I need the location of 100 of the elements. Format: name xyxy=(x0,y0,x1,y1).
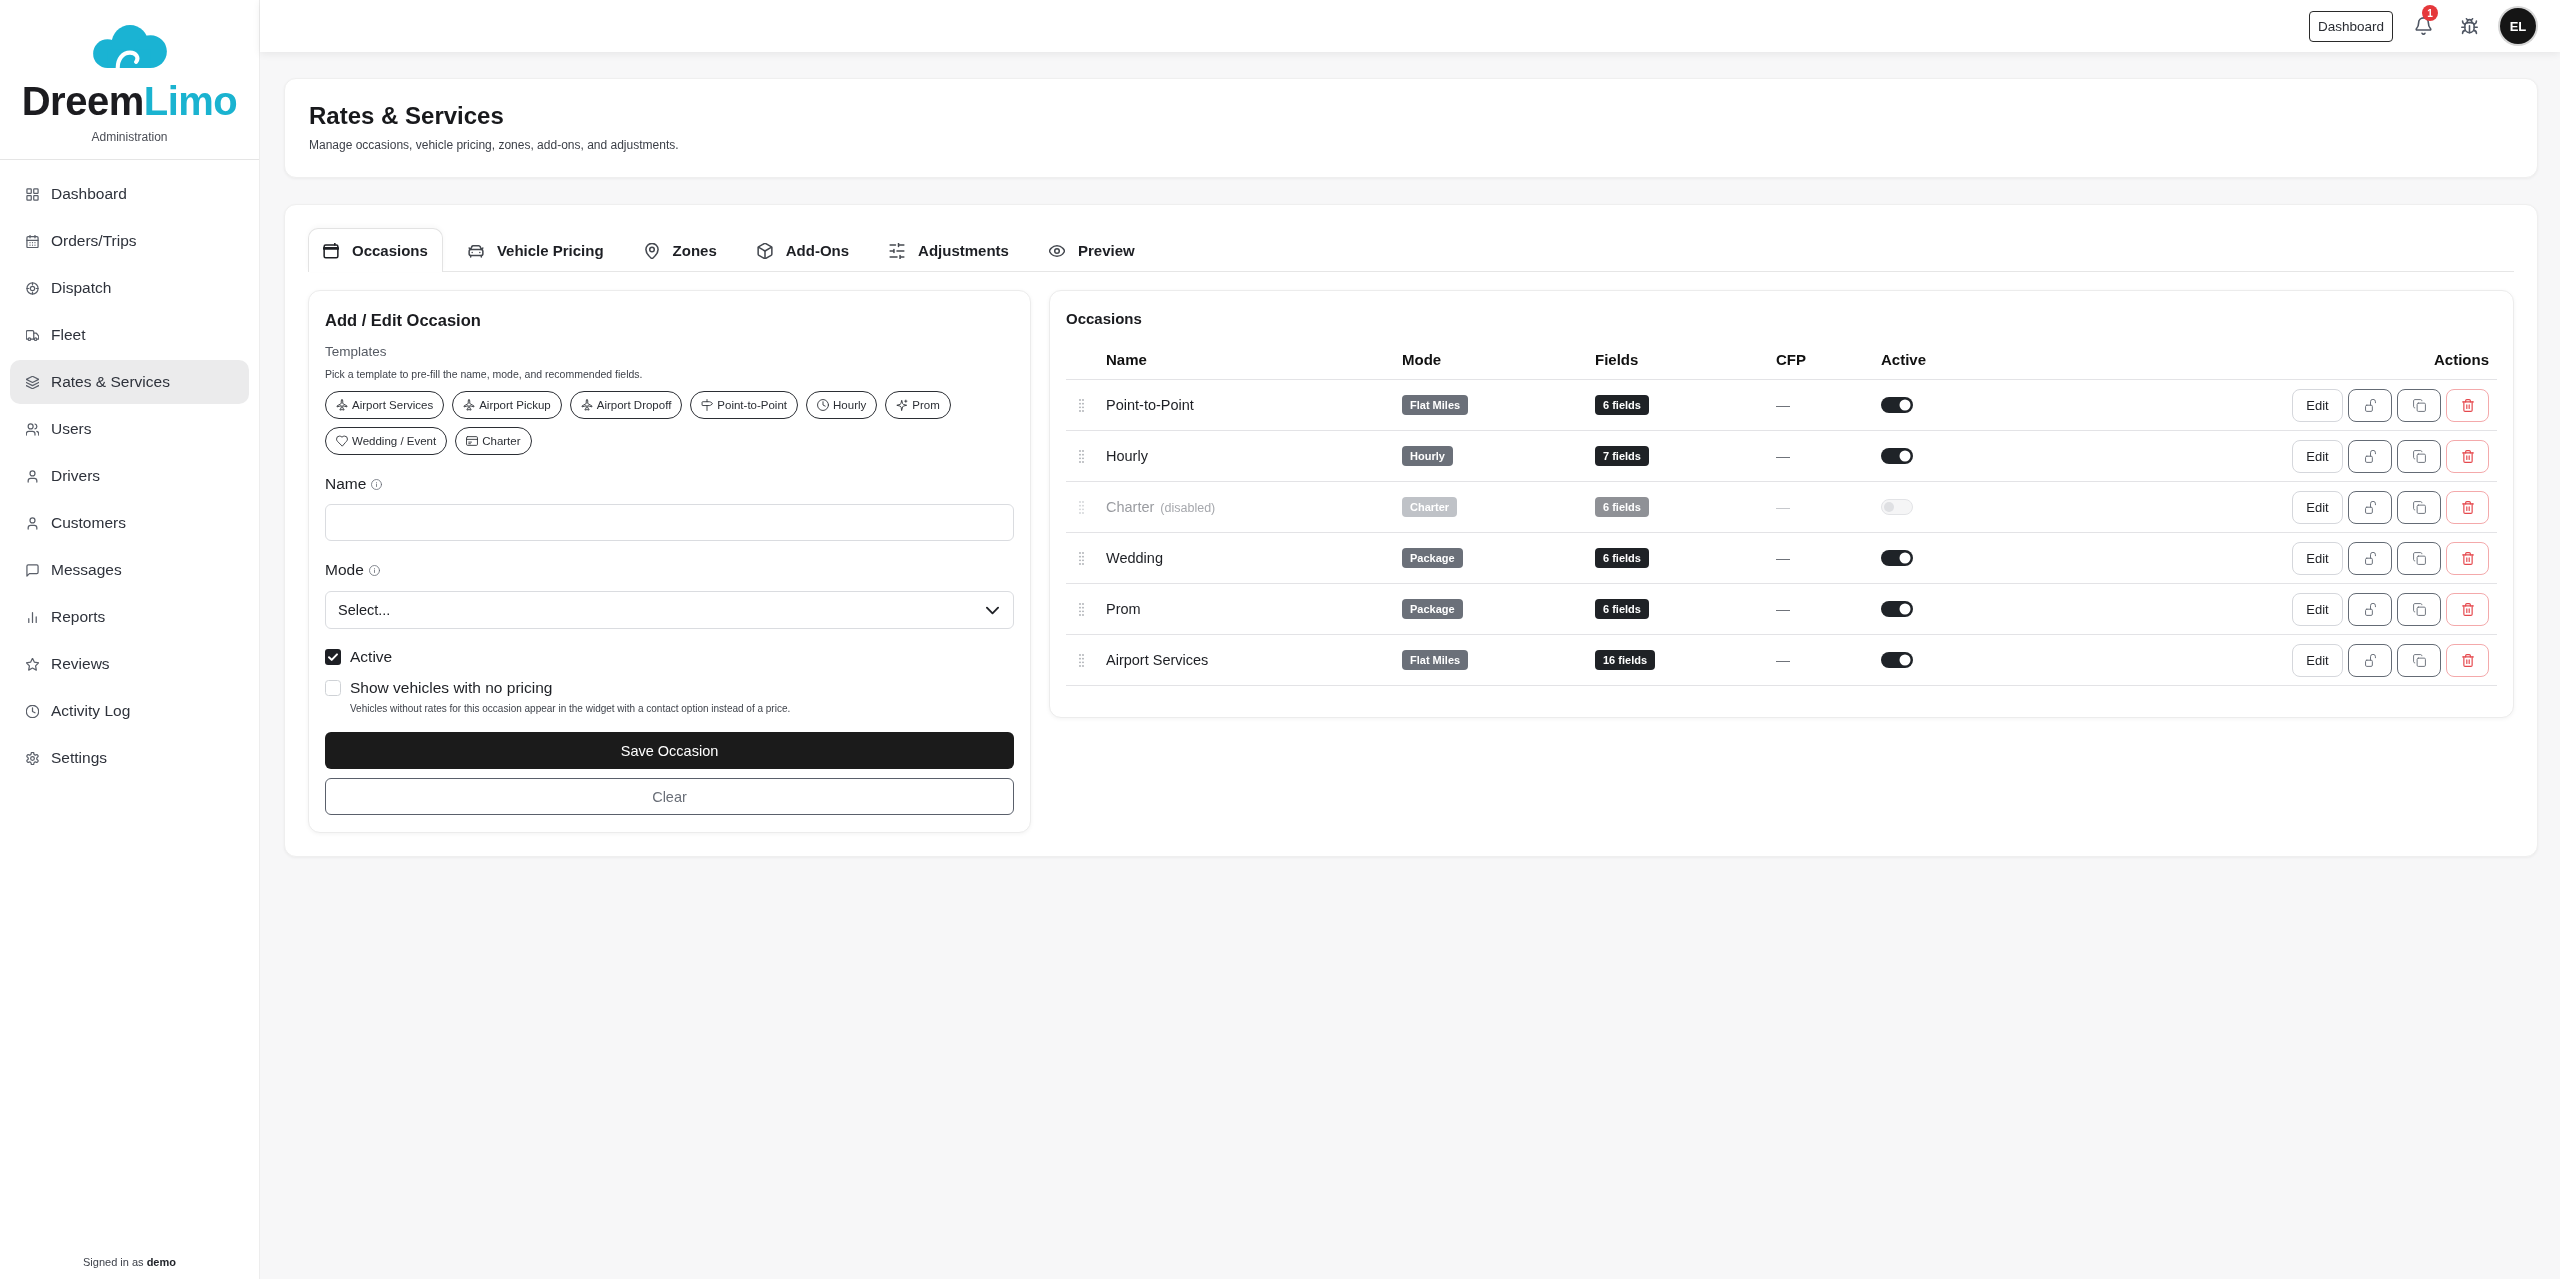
nav-item[interactable]: Messages xyxy=(10,548,249,592)
fields-badge: 6 fields xyxy=(1595,548,1649,568)
field-label: Name xyxy=(325,474,367,494)
save-button[interactable]: Save Occasion xyxy=(325,732,1014,769)
toggle-switch[interactable] xyxy=(1881,397,1913,413)
fields-badge: 6 fields xyxy=(1595,599,1649,619)
nav-item[interactable]: Orders/Trips xyxy=(10,219,249,263)
user-avatar[interactable]: EL xyxy=(2500,8,2536,44)
bell-icon[interactable] xyxy=(2415,17,2432,35)
copy-button[interactable] xyxy=(2397,439,2441,473)
delete-button[interactable] xyxy=(2446,592,2489,626)
toggle-switch[interactable] xyxy=(1881,550,1913,566)
checkbox[interactable] xyxy=(325,649,341,665)
grip-icon[interactable] xyxy=(1079,500,1084,514)
template-chip[interactable]: Airport Dropoff xyxy=(569,391,683,419)
copy-button[interactable] xyxy=(2397,388,2441,422)
layers-icon xyxy=(26,375,39,389)
lock-button[interactable] xyxy=(2348,490,2392,524)
edit-button[interactable]: Edit xyxy=(2292,439,2343,473)
delete-button[interactable] xyxy=(2446,490,2489,524)
delete-button[interactable] xyxy=(2446,541,2489,575)
lock-button[interactable] xyxy=(2348,592,2392,626)
nav-item[interactable]: Activity Log xyxy=(10,689,249,733)
copy-button[interactable] xyxy=(2397,643,2441,677)
nav-item[interactable]: Settings xyxy=(10,736,249,780)
calendar-icon xyxy=(323,242,339,259)
lock-button[interactable] xyxy=(2348,439,2392,473)
template-chip[interactable]: Wedding / Event xyxy=(325,427,448,455)
checkbox[interactable] xyxy=(325,680,341,696)
nav-item[interactable]: Reports xyxy=(10,595,249,639)
edit-button[interactable]: Edit xyxy=(2292,643,2343,677)
mode-badge: Package xyxy=(1402,548,1463,568)
mode-select[interactable]: Select... xyxy=(325,591,1014,629)
user-icon xyxy=(26,469,39,483)
eye-icon xyxy=(1048,242,1065,259)
template-chip[interactable]: Hourly xyxy=(806,391,878,419)
delete-button[interactable] xyxy=(2446,388,2489,422)
toggle-switch[interactable] xyxy=(1881,601,1913,617)
dashboard-button[interactable]: Dashboard xyxy=(2308,10,2393,42)
copy-icon xyxy=(2412,398,2426,412)
fields-badge: 7 fields xyxy=(1595,446,1649,466)
copy-button[interactable] xyxy=(2397,592,2441,626)
nav-item[interactable]: Reviews xyxy=(10,642,249,686)
template-chip[interactable]: Airport Pickup xyxy=(452,391,562,419)
grip-icon[interactable] xyxy=(1079,653,1084,667)
grip-icon[interactable] xyxy=(1079,449,1084,463)
nav-item[interactable]: Users xyxy=(10,407,249,451)
lock-button[interactable] xyxy=(2348,643,2392,677)
nav-item[interactable]: Rates & Services xyxy=(10,360,249,404)
template-chip[interactable]: Point-to-Point xyxy=(690,391,799,419)
nav-item[interactable]: Drivers xyxy=(10,454,249,498)
toggle-switch[interactable] xyxy=(1881,448,1913,464)
occasion-name: Charter xyxy=(1106,499,1155,515)
tab[interactable]: Adjustments xyxy=(874,228,1024,272)
tab[interactable]: Occasions xyxy=(308,228,443,272)
template-chip[interactable]: Prom xyxy=(885,391,951,419)
mode-badge: Flat Miles xyxy=(1402,395,1469,415)
nav-item[interactable]: Fleet xyxy=(10,313,249,357)
trash-icon xyxy=(2461,398,2474,412)
copy-button[interactable] xyxy=(2397,490,2441,524)
card-icon xyxy=(466,435,479,447)
bug-icon[interactable] xyxy=(2461,17,2478,35)
clock-icon xyxy=(26,704,39,718)
edit-button[interactable]: Edit xyxy=(2292,388,2343,422)
column-header: Fields xyxy=(1595,339,1776,380)
template-chip[interactable]: Charter xyxy=(455,427,532,455)
column-header: CFP xyxy=(1776,339,1881,380)
clock-icon xyxy=(817,399,830,411)
heart-icon xyxy=(336,435,348,447)
checkbox-label: Show vehicles with no pricing xyxy=(350,678,553,698)
lock-button[interactable] xyxy=(2348,541,2392,575)
copy-icon xyxy=(2412,449,2426,463)
message-icon xyxy=(26,563,39,577)
delete-button[interactable] xyxy=(2446,643,2489,677)
cfp-value: — xyxy=(1776,448,1790,464)
nav-item[interactable]: Customers xyxy=(10,501,249,545)
tab[interactable]: Vehicle Pricing xyxy=(452,228,619,272)
trash-icon xyxy=(2461,551,2474,565)
lock-button[interactable] xyxy=(2348,388,2392,422)
delete-button[interactable] xyxy=(2446,439,2489,473)
edit-button[interactable]: Edit xyxy=(2292,592,2343,626)
column-header: Active xyxy=(1881,339,2081,380)
plane-icon xyxy=(580,399,593,411)
clear-button[interactable]: Clear xyxy=(325,778,1014,815)
table-title: Occasions xyxy=(1066,309,1143,329)
tab[interactable]: Add-Ons xyxy=(741,228,865,272)
tab[interactable]: Preview xyxy=(1033,228,1150,272)
grip-icon[interactable] xyxy=(1079,602,1084,616)
grip-icon[interactable] xyxy=(1079,551,1084,565)
name-input[interactable] xyxy=(325,504,1014,541)
grip-icon[interactable] xyxy=(1079,398,1084,412)
edit-button[interactable]: Edit xyxy=(2292,541,2343,575)
copy-button[interactable] xyxy=(2397,541,2441,575)
info-icon xyxy=(371,478,383,490)
nav-item[interactable]: Dashboard xyxy=(10,172,249,216)
toggle-switch[interactable] xyxy=(1881,652,1913,668)
copy-icon xyxy=(2412,602,2426,616)
tab[interactable]: Zones xyxy=(628,228,732,272)
nav-item[interactable]: Dispatch xyxy=(10,266,249,310)
template-chip[interactable]: Airport Services xyxy=(325,391,445,419)
